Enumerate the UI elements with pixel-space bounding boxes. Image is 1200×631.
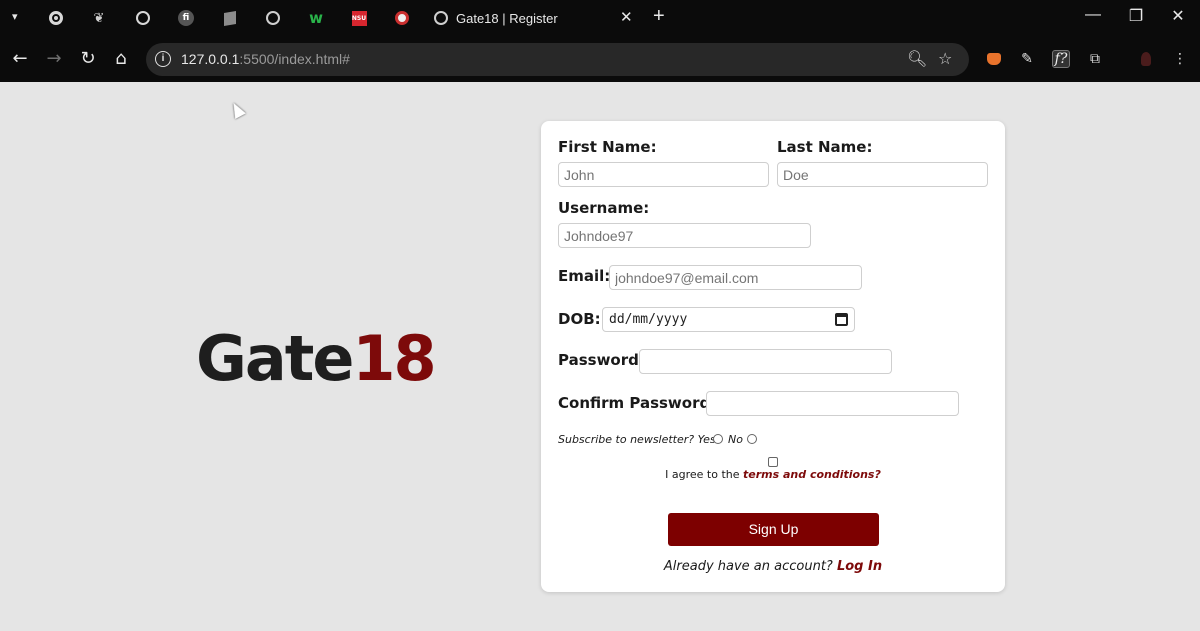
confirm-password-label: Confirm Password: xyxy=(558,394,717,412)
shutter-tab-icon[interactable] xyxy=(134,9,152,27)
tab-search-chevron-icon[interactable]: ▾ xyxy=(12,10,18,23)
flow-tab-icon[interactable]: ❦ xyxy=(90,9,108,27)
dob-label: DOB: xyxy=(558,310,601,328)
nsu-tab-icon[interactable]: NSU xyxy=(350,9,368,27)
newsletter-no-radio[interactable] xyxy=(747,434,757,444)
already-text: Already have an account? xyxy=(663,559,833,574)
password-input[interactable] xyxy=(639,349,892,374)
newsletter-question: Subscribe to newsletter? Yes xyxy=(558,433,716,446)
last-name-input[interactable] xyxy=(777,162,988,187)
mouse-cursor-icon xyxy=(228,100,246,119)
register-form: First Name: Last Name: Username: Email: … xyxy=(541,121,1005,592)
browser-toolbar: ← → ↻ ⌂ i 127.0.0.1:5500/index.html# 🔍︎ … xyxy=(0,38,1200,82)
dob-placeholder: dd/mm/yyyy xyxy=(609,312,688,327)
terms-link[interactable]: terms and conditions? xyxy=(743,468,881,481)
address-bar[interactable]: i 127.0.0.1:5500/index.html# 🔍︎ ☆ xyxy=(146,43,969,76)
log-in-link[interactable]: Log In xyxy=(837,559,882,574)
site-info-icon[interactable]: i xyxy=(155,51,171,67)
minimize-icon[interactable]: — xyxy=(1081,6,1105,24)
target-tab-icon[interactable] xyxy=(393,9,411,27)
fox-extension-icon[interactable] xyxy=(984,49,1004,69)
w-tab-icon[interactable]: w xyxy=(307,9,325,27)
email-input[interactable] xyxy=(609,265,862,290)
window-close-icon[interactable]: ✕ xyxy=(1166,6,1190,26)
tab-strip: ▾ ❦ fi w NSU Gate18 | Register ✕ + — ❐ ✕ xyxy=(0,0,1200,38)
first-name-input[interactable] xyxy=(558,162,769,187)
cube-tab-icon[interactable] xyxy=(221,9,239,27)
zoom-icon[interactable]: 🔍︎ xyxy=(907,49,927,68)
email-label: Email: xyxy=(558,267,611,285)
password-label: Password: xyxy=(558,351,645,369)
openai-tab-icon[interactable] xyxy=(47,9,65,27)
tab-close-icon[interactable]: ✕ xyxy=(620,8,633,26)
terms-prefix: I agree to the xyxy=(665,468,740,481)
restore-icon[interactable]: ❐ xyxy=(1124,6,1148,26)
function-extension-icon[interactable]: f? xyxy=(1051,49,1071,69)
active-tab-title[interactable]: Gate18 | Register xyxy=(456,11,558,26)
new-tab-icon[interactable]: + xyxy=(653,5,665,28)
eyedropper-extension-icon[interactable]: ✎ xyxy=(1017,49,1037,69)
home-icon[interactable]: ⌂ xyxy=(110,48,132,69)
menu-kebab-icon[interactable]: ⋮ xyxy=(1170,49,1190,69)
first-name-label: First Name: xyxy=(558,138,657,156)
fi-tab-icon[interactable]: fi xyxy=(177,9,195,27)
globe-tab-icon[interactable] xyxy=(264,9,282,27)
calendar-icon[interactable] xyxy=(835,313,848,326)
login-prompt: Already have an account? Log In xyxy=(541,559,1005,574)
forward-icon[interactable]: → xyxy=(43,48,65,69)
extensions-puzzle-icon[interactable]: ⧉ xyxy=(1085,49,1105,69)
newsletter-no-label: No xyxy=(728,433,743,446)
profile-avatar-icon[interactable] xyxy=(1136,49,1156,69)
dob-date-input[interactable]: dd/mm/yyyy xyxy=(602,307,855,332)
back-icon[interactable]: ← xyxy=(9,48,31,69)
username-input[interactable] xyxy=(558,223,811,248)
newsletter-yes-radio[interactable] xyxy=(713,434,723,444)
confirm-password-input[interactable] xyxy=(706,391,959,416)
reload-icon[interactable]: ↻ xyxy=(77,48,99,69)
sign-up-button[interactable]: Sign Up xyxy=(668,513,879,546)
active-tab-globe-icon xyxy=(432,9,450,27)
url-text[interactable]: 127.0.0.1:5500/index.html# xyxy=(181,51,350,67)
terms-text: I agree to the terms and conditions? xyxy=(541,468,1005,481)
terms-checkbox[interactable] xyxy=(768,457,778,467)
username-label: Username: xyxy=(558,199,650,217)
last-name-label: Last Name: xyxy=(777,138,873,156)
bookmark-star-icon[interactable]: ☆ xyxy=(938,49,952,68)
gate18-logo: Gate18 xyxy=(196,322,437,395)
